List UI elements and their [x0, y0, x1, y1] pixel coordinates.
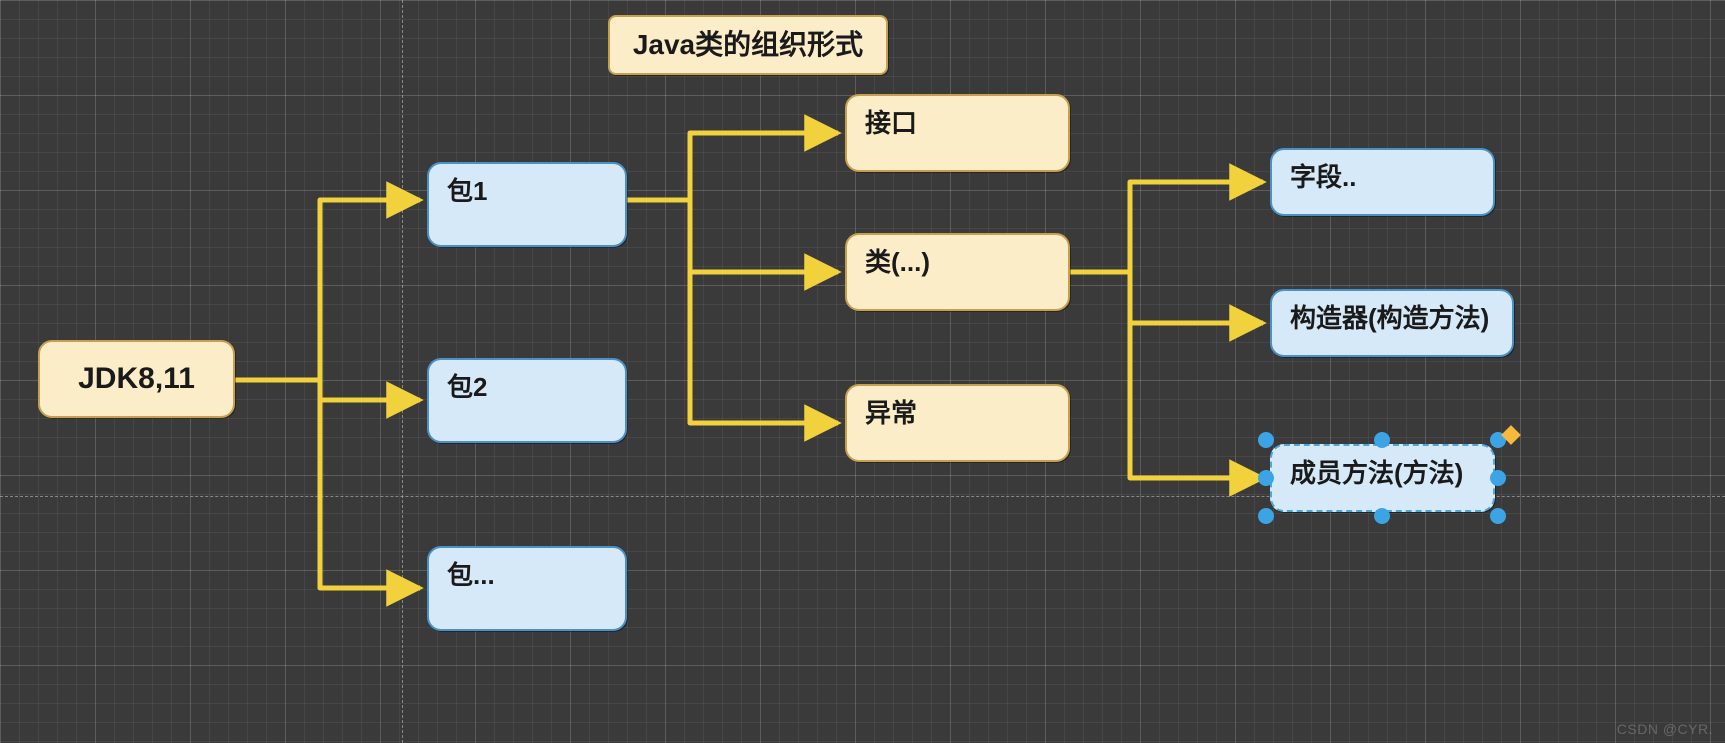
node-package-2-label: 包2 [447, 372, 487, 403]
node-constructor[interactable]: 构造器(构造方法) [1270, 289, 1514, 357]
selection-handle-nw[interactable] [1258, 432, 1274, 448]
node-exception[interactable]: 异常 [845, 384, 1070, 462]
node-interface[interactable]: 接口 [845, 94, 1070, 172]
node-interface-label: 接口 [865, 108, 917, 139]
node-field-label: 字段.. [1290, 162, 1356, 193]
node-exception-label: 异常 [865, 398, 917, 429]
node-package-n-label: 包... [447, 560, 495, 591]
diagram-canvas[interactable]: Java类的组织形式 JDK8,11 包1 包2 包... 接口 类(...) … [0, 0, 1725, 743]
watermark: CSDN @CYR. [1617, 721, 1713, 737]
node-class-label: 类(...) [865, 247, 930, 278]
node-method-label: 成员方法(方法) [1290, 458, 1463, 489]
selection-handle-sw[interactable] [1258, 508, 1274, 524]
node-package-n[interactable]: 包... [427, 546, 627, 631]
title-text: Java类的组织形式 [633, 28, 863, 62]
diagram-title: Java类的组织形式 [608, 15, 888, 75]
selection-handle-e[interactable] [1490, 470, 1506, 486]
selection-handle-s[interactable] [1374, 508, 1390, 524]
node-constructor-label: 构造器(构造方法) [1290, 303, 1489, 334]
node-field[interactable]: 字段.. [1270, 148, 1495, 216]
node-jdk-label: JDK8,11 [78, 361, 195, 397]
node-method[interactable]: 成员方法(方法) [1270, 444, 1495, 512]
selection-handle-n[interactable] [1374, 432, 1390, 448]
watermark-text: CSDN @CYR. [1617, 721, 1713, 737]
guide-vertical [402, 0, 403, 743]
node-package-2[interactable]: 包2 [427, 358, 627, 443]
node-jdk[interactable]: JDK8,11 [38, 340, 235, 418]
selection-handle-w[interactable] [1258, 470, 1274, 486]
node-package-1-label: 包1 [447, 176, 487, 207]
selection-handle-se[interactable] [1490, 508, 1506, 524]
node-class[interactable]: 类(...) [845, 233, 1070, 311]
node-package-1[interactable]: 包1 [427, 162, 627, 247]
